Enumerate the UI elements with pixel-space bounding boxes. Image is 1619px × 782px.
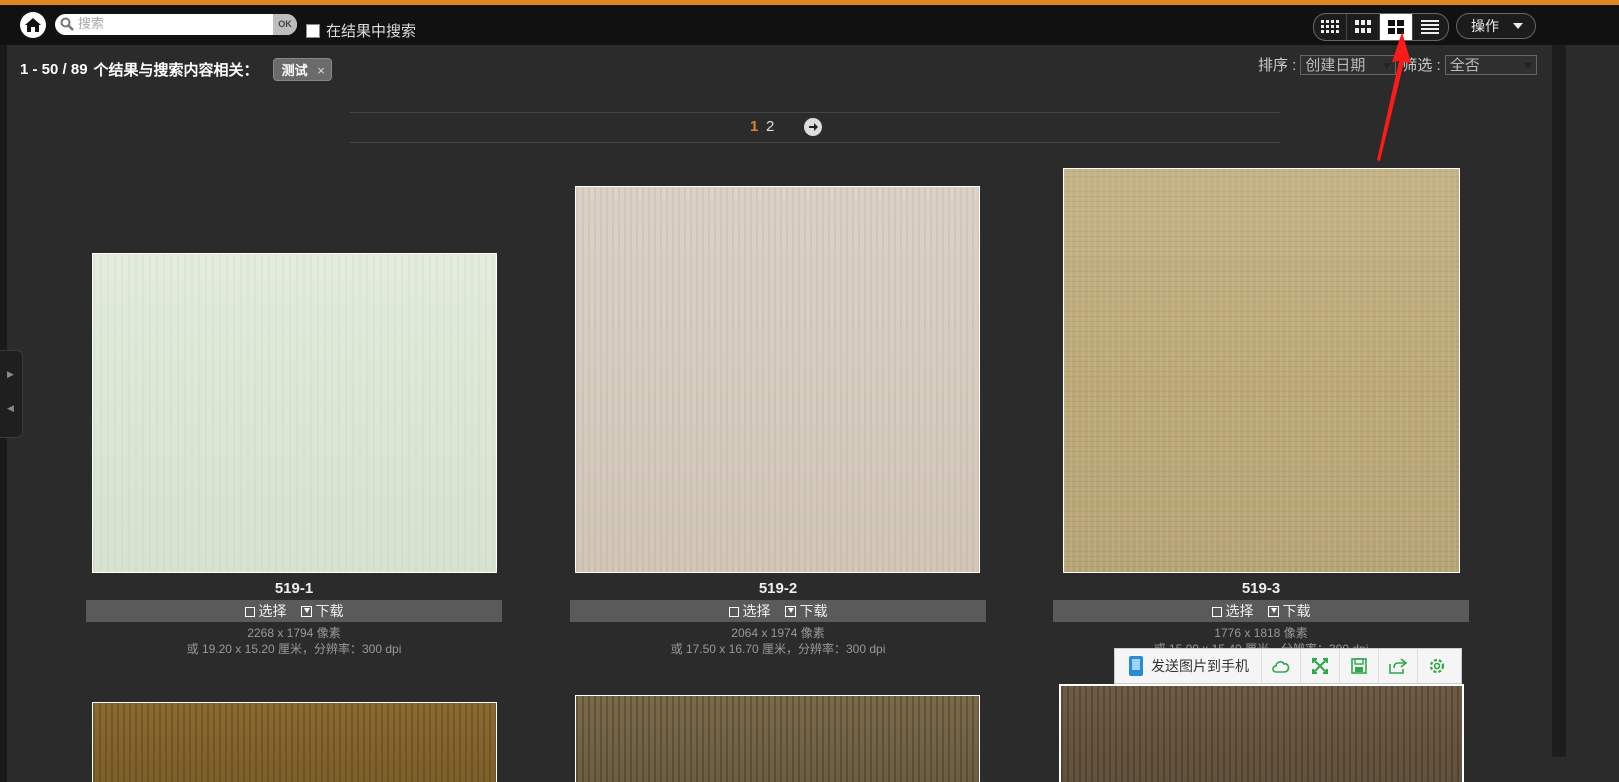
thumbnail-image[interactable]: [92, 702, 497, 782]
thumbnail-image[interactable]: [1063, 168, 1460, 573]
card-info: 2268 x 1794 像素 或 19.20 x 15.20 厘米，分辨率：30…: [86, 625, 502, 657]
thumbnail-image[interactable]: [92, 253, 497, 573]
select-button[interactable]: 选择: [244, 601, 287, 621]
select-button[interactable]: 选择: [728, 601, 771, 621]
fullscreen-icon[interactable]: [1301, 649, 1340, 683]
checkbox-icon: [244, 607, 255, 617]
search-in-results-label: 在结果中搜索: [326, 23, 417, 40]
filter-select[interactable]: 全否: [1444, 54, 1537, 75]
search-tag: 测试 ×: [272, 58, 332, 81]
chevron-down-icon: [1513, 23, 1523, 29]
small-grid-icon: [1321, 20, 1339, 33]
actions-menu-button[interactable]: 操作: [1456, 13, 1536, 39]
select-label: 选择: [742, 603, 771, 619]
sort-select-value: 创建日期: [1305, 56, 1366, 74]
download-label: 下载: [315, 603, 344, 619]
sidebar-toggle-tab[interactable]: ▶ ◀: [0, 350, 23, 438]
image-floating-toolbar: 发送图片到手机: [1114, 648, 1462, 684]
vertical-scrollbar[interactable]: [1552, 45, 1566, 757]
download-icon: [1267, 606, 1279, 617]
results-summary: 1 - 50 / 89 个结果与搜索内容相关： 测试 ×: [20, 58, 332, 81]
annotation-arrow-icon: [1377, 32, 1411, 161]
card-title[interactable]: 519-1: [86, 580, 502, 597]
settings-icon[interactable]: [1418, 649, 1456, 683]
select-button[interactable]: 选择: [1211, 601, 1254, 621]
download-icon: [300, 606, 312, 617]
card-info: 2064 x 1974 像素 或 17.50 x 16.70 厘米，分辨率：30…: [570, 625, 986, 657]
search-input[interactable]: [78, 15, 268, 32]
page-link[interactable]: 2: [766, 118, 774, 135]
phone-icon: [1129, 656, 1143, 676]
page-current: 1: [750, 118, 759, 135]
download-label: 下载: [1282, 603, 1311, 619]
download-button[interactable]: 下载: [784, 601, 828, 621]
actions-label: 操作: [1471, 18, 1499, 34]
save-icon[interactable]: [1340, 649, 1379, 683]
card-pixels: 2064 x 1974 像素: [731, 626, 825, 640]
card-title[interactable]: 519-3: [1053, 580, 1469, 597]
card-title[interactable]: 519-2: [570, 580, 986, 597]
results-text: 个结果与搜索内容相关：: [93, 62, 259, 79]
thumbnail-image[interactable]: [575, 695, 980, 782]
cloud-icon[interactable]: [1262, 649, 1301, 683]
share-icon[interactable]: [1379, 649, 1418, 683]
pagination: 1 2: [350, 112, 1280, 143]
download-button[interactable]: 下载: [1267, 601, 1311, 621]
expand-icon[interactable]: ▶: [7, 369, 14, 380]
download-button[interactable]: 下载: [300, 601, 344, 621]
home-icon[interactable]: [20, 12, 46, 38]
chevron-down-icon: [1523, 62, 1532, 69]
card-size: 或 19.20 x 15.20 厘米，分辨率：300 dpi: [186, 642, 402, 656]
card-actions: 选择 下载: [570, 600, 986, 622]
remove-tag-icon[interactable]: ×: [317, 63, 325, 78]
thumbnail-image[interactable]: [575, 186, 980, 573]
small-grid-view-button[interactable]: [1314, 14, 1347, 40]
search-in-results-option[interactable]: 在结果中搜索: [306, 20, 416, 41]
search-icon: [60, 17, 74, 31]
next-page-icon[interactable]: [804, 118, 822, 136]
search-in-results-checkbox[interactable]: [306, 23, 320, 38]
results-range: 1 - 50 / 89: [20, 61, 88, 78]
list-icon: [1420, 20, 1439, 34]
search-tag-label: 测试: [281, 63, 308, 78]
checkbox-icon: [1211, 607, 1222, 617]
download-icon: [784, 606, 796, 617]
search-box: OK: [55, 14, 297, 35]
send-to-phone-label: 发送图片到手机: [1151, 658, 1249, 674]
checkbox-icon: [728, 607, 739, 617]
card-pixels: 2268 x 1794 像素: [247, 626, 341, 640]
sort-label: 排序 :: [1258, 57, 1297, 74]
card-size: 或 17.50 x 16.70 厘米，分辨率：300 dpi: [670, 642, 886, 656]
collapse-icon[interactable]: ◀: [7, 403, 14, 414]
card-actions: 选择 下载: [1053, 600, 1469, 622]
download-label: 下载: [799, 603, 828, 619]
select-label: 选择: [258, 603, 287, 619]
search-ok-button[interactable]: OK: [273, 14, 297, 35]
select-label: 选择: [1225, 603, 1254, 619]
thumbnail-image[interactable]: [1059, 684, 1464, 782]
send-to-phone-button[interactable]: 发送图片到手机: [1115, 649, 1262, 683]
card-actions: 选择 下载: [86, 600, 502, 622]
card-pixels: 1776 x 1818 像素: [1214, 626, 1308, 640]
filter-select-value: 全否: [1449, 56, 1480, 74]
